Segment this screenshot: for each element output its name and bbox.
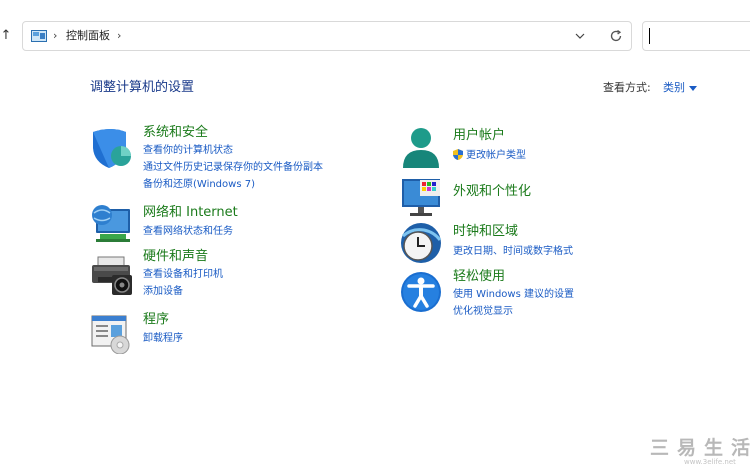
- link-change-account-type[interactable]: 更改帐户类型: [466, 149, 526, 162]
- category-title-appearance[interactable]: 外观和个性化: [453, 184, 531, 200]
- address-bar[interactable]: › 控制面板 ›: [22, 21, 632, 51]
- network-icon: [92, 205, 130, 242]
- refresh-icon[interactable]: [609, 29, 623, 43]
- breadcrumb-chevron[interactable]: ›: [117, 29, 121, 43]
- svg-text:www.3elife.net: www.3elife.net: [684, 458, 736, 466]
- link-file-history[interactable]: 通过文件历史记录保存你的文件备份副本: [143, 161, 323, 174]
- chevron-down-icon[interactable]: [689, 86, 697, 91]
- accessibility-icon: [401, 272, 441, 312]
- category-title-hardware-sound[interactable]: 硬件和声音: [143, 249, 208, 265]
- programs-icon: [91, 315, 130, 354]
- printer-icon: [92, 256, 132, 295]
- uac-shield-icon: [453, 149, 463, 160]
- clock-icon: [401, 223, 442, 263]
- category-title-programs[interactable]: 程序: [143, 312, 169, 328]
- link-change-date-time[interactable]: 更改日期、时间或数字格式: [453, 245, 573, 258]
- link-backup-restore[interactable]: 备份和还原(Windows 7): [143, 178, 255, 191]
- page-title: 调整计算机的设置: [90, 80, 195, 95]
- control-panel-icon: [31, 30, 47, 42]
- link-recommended-settings[interactable]: 使用 Windows 建议的设置: [453, 288, 574, 301]
- category-title-ease-of-access[interactable]: 轻松使用: [453, 269, 505, 285]
- link-uninstall-program[interactable]: 卸载程序: [143, 332, 183, 345]
- up-arrow-button[interactable]: ↑: [0, 26, 12, 46]
- shield-icon: [93, 129, 131, 168]
- category-title-network-internet[interactable]: 网络和 Internet: [143, 205, 238, 221]
- appearance-icon: [402, 179, 440, 216]
- link-add-device[interactable]: 添加设备: [143, 285, 183, 298]
- svg-text:三易生活: 三易生活: [650, 436, 750, 459]
- view-by-label: 查看方式:: [603, 81, 651, 94]
- text-caret: [649, 28, 650, 44]
- view-by-dropdown[interactable]: 类别: [663, 81, 685, 95]
- category-title-clock-region[interactable]: 时钟和区域: [453, 224, 518, 240]
- link-view-computer-status[interactable]: 查看你的计算机状态: [143, 144, 233, 157]
- site-watermark-logo: 三易生活 www.3elife.net: [650, 436, 750, 466]
- breadcrumb-chevron[interactable]: ›: [53, 29, 57, 43]
- link-devices-printers[interactable]: 查看设备和打印机: [143, 268, 223, 281]
- search-input[interactable]: [642, 21, 750, 51]
- breadcrumb-control-panel[interactable]: 控制面板: [66, 29, 110, 43]
- link-optimize-display[interactable]: 优化视觉显示: [453, 305, 513, 318]
- category-title-system-security[interactable]: 系统和安全: [143, 125, 208, 141]
- user-icon: [403, 128, 439, 168]
- category-title-user-accounts[interactable]: 用户帐户: [453, 128, 505, 144]
- link-network-status[interactable]: 查看网络状态和任务: [143, 225, 233, 238]
- chevron-down-icon[interactable]: [575, 31, 585, 41]
